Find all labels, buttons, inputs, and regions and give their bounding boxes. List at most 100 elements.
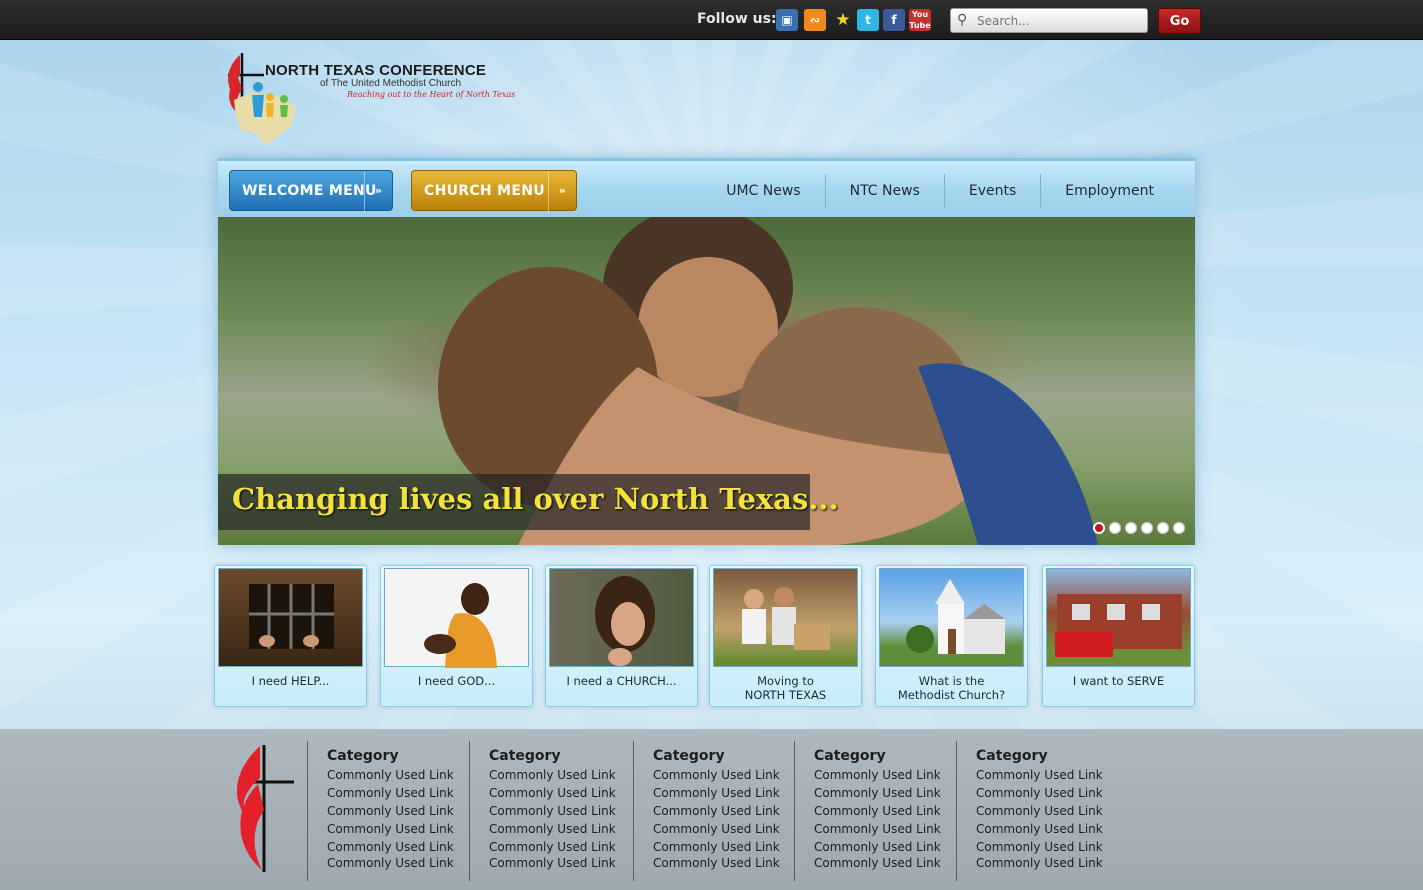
- card-label: I need HELP...: [251, 674, 330, 688]
- footer-link[interactable]: Commonly Used Link: [814, 856, 941, 870]
- star-icon[interactable]: ★: [832, 9, 854, 31]
- nav-link-ntc-news[interactable]: NTC News: [824, 174, 944, 208]
- twitter-icon[interactable]: t: [857, 9, 879, 31]
- rss-icon[interactable]: ∾: [804, 9, 826, 31]
- card-need-god[interactable]: I need GOD...: [380, 565, 533, 707]
- slider-dot[interactable]: [1141, 522, 1153, 534]
- woman-praying-image: [595, 576, 655, 666]
- slider-dot[interactable]: [1173, 522, 1185, 534]
- welcome-menu-button[interactable]: WELCOME MENU »: [229, 170, 393, 212]
- footer-link[interactable]: Commonly Used Link: [814, 768, 941, 782]
- go-button[interactable]: Go: [1158, 8, 1201, 34]
- nav-link-events[interactable]: Events: [943, 174, 1040, 208]
- footer-link[interactable]: Commonly Used Link: [814, 840, 941, 854]
- footer-column: Category Commonly Used Link Commonly Use…: [794, 741, 954, 881]
- slider-dot[interactable]: [1157, 522, 1169, 534]
- search-input[interactable]: [977, 12, 1142, 30]
- footer-link[interactable]: Commonly Used Link: [653, 804, 780, 818]
- slider-dot[interactable]: [1109, 522, 1121, 534]
- card-image: [713, 568, 858, 667]
- footer-category: Category: [653, 748, 725, 764]
- card-need-help[interactable]: I need HELP...: [214, 565, 367, 707]
- footer-link[interactable]: Commonly Used Link: [327, 856, 454, 870]
- youtube-icon[interactable]: You Tube: [909, 9, 931, 31]
- footer-link[interactable]: Commonly Used Link: [489, 786, 616, 800]
- footer-link[interactable]: Commonly Used Link: [814, 804, 941, 818]
- footer-link[interactable]: Commonly Used Link: [489, 804, 616, 818]
- footer-link[interactable]: Commonly Used Link: [653, 768, 780, 782]
- footer-link[interactable]: Commonly Used Link: [976, 856, 1103, 870]
- facebook-icon[interactable]: f: [883, 9, 905, 31]
- footer-link[interactable]: Commonly Used Link: [489, 840, 616, 854]
- card-what-is-methodist-church[interactable]: What is the Methodist Church?: [875, 565, 1028, 707]
- nav-link-employment[interactable]: Employment: [1040, 174, 1178, 208]
- footer-link[interactable]: Commonly Used Link: [327, 804, 454, 818]
- site-logo[interactable]: NORTH TEXAS CONFERENCE of The United Met…: [222, 45, 515, 150]
- barred-window-image: [249, 584, 334, 649]
- logo-title: NORTH TEXAS CONFERENCE: [265, 62, 487, 79]
- chevron-down-icon: »: [548, 171, 576, 212]
- card-want-to-serve[interactable]: I want to SERVE: [1042, 565, 1195, 707]
- card-label: I need a CHURCH...: [566, 674, 677, 688]
- card-image: [384, 568, 529, 668]
- church-menu-button[interactable]: CHURCH MENU »: [411, 170, 577, 212]
- footer-category: Category: [976, 748, 1048, 764]
- card-image: [218, 568, 363, 667]
- nav-links: UMC News NTC News Events Employment: [702, 174, 1178, 208]
- nav-link-umc-news[interactable]: UMC News: [702, 174, 824, 208]
- church-menu-label: CHURCH MENU: [424, 183, 545, 199]
- hero-slider[interactable]: Changing lives all over North Texas...: [218, 217, 1195, 545]
- welcome-menu-label: WELCOME MENU: [242, 183, 377, 199]
- footer-link[interactable]: Commonly Used Link: [976, 768, 1103, 782]
- footer-category: Category: [814, 748, 886, 764]
- card-label: What is the Methodist Church?: [897, 674, 1006, 702]
- footer-link[interactable]: Commonly Used Link: [976, 822, 1103, 836]
- card-moving-to-north-texas[interactable]: Moving to NORTH TEXAS: [709, 565, 862, 707]
- top-bar: Follow us: ▣ ∾ ★ t f YouTube ⚲ Go: [0, 0, 1423, 40]
- footer-link[interactable]: Commonly Used Link: [976, 840, 1103, 854]
- card-label: I want to SERVE: [1072, 674, 1165, 688]
- footer-link[interactable]: Commonly Used Link: [653, 822, 780, 836]
- logo-subtitle: of The United Methodist Church: [320, 78, 462, 89]
- footer-category: Category: [489, 748, 561, 764]
- footer-link[interactable]: Commonly Used Link: [653, 786, 780, 800]
- chevron-down-icon: »: [364, 171, 392, 212]
- slider-dot[interactable]: [1125, 522, 1137, 534]
- card-image: [549, 568, 694, 667]
- card-label: I need GOD...: [417, 674, 496, 688]
- card-label: Moving to NORTH TEXAS: [744, 674, 827, 702]
- moving-couple-image: [742, 587, 830, 650]
- footer-link[interactable]: Commonly Used Link: [653, 840, 780, 854]
- slider-dots: [1093, 522, 1185, 534]
- search-box: ⚲: [950, 8, 1148, 33]
- volunteers-house-image: [1055, 594, 1182, 657]
- search-icon: ⚲: [957, 12, 968, 28]
- footer-link[interactable]: Commonly Used Link: [814, 786, 941, 800]
- hero-caption: Changing lives all over North Texas...: [232, 482, 839, 516]
- footer-column: Category Commonly Used Link Commonly Use…: [307, 741, 467, 881]
- church-building-image: [906, 579, 1005, 654]
- footer-link[interactable]: Commonly Used Link: [327, 840, 454, 854]
- follow-us-label: Follow us:: [697, 11, 777, 27]
- footer-link[interactable]: Commonly Used Link: [489, 768, 616, 782]
- main-navbar: WELCOME MENU » CHURCH MENU » UMC News NT…: [218, 158, 1195, 217]
- footer-category: Category: [327, 748, 399, 764]
- logo-tagline: Reaching out to the Heart of North Texas: [347, 90, 516, 99]
- footer-link[interactable]: Commonly Used Link: [976, 786, 1103, 800]
- footer-link[interactable]: Commonly Used Link: [653, 856, 780, 870]
- card-need-church[interactable]: I need a CHURCH...: [545, 565, 698, 707]
- cross-and-flame-icon: [236, 745, 294, 872]
- footer-column: Category Commonly Used Link Commonly Use…: [956, 741, 1116, 881]
- monitor-icon[interactable]: ▣: [776, 9, 798, 31]
- footer-link[interactable]: Commonly Used Link: [489, 822, 616, 836]
- footer-link[interactable]: Commonly Used Link: [489, 856, 616, 870]
- footer-link[interactable]: Commonly Used Link: [327, 768, 454, 782]
- footer-link[interactable]: Commonly Used Link: [327, 822, 454, 836]
- footer-link[interactable]: Commonly Used Link: [814, 822, 941, 836]
- praying-man-image: [424, 583, 497, 668]
- footer-link[interactable]: Commonly Used Link: [327, 786, 454, 800]
- main-panel: WELCOME MENU » CHURCH MENU » UMC News NT…: [218, 158, 1195, 545]
- footer-link[interactable]: Commonly Used Link: [976, 804, 1103, 818]
- logo-emblem-icon: [228, 53, 296, 145]
- slider-dot[interactable]: [1093, 522, 1105, 534]
